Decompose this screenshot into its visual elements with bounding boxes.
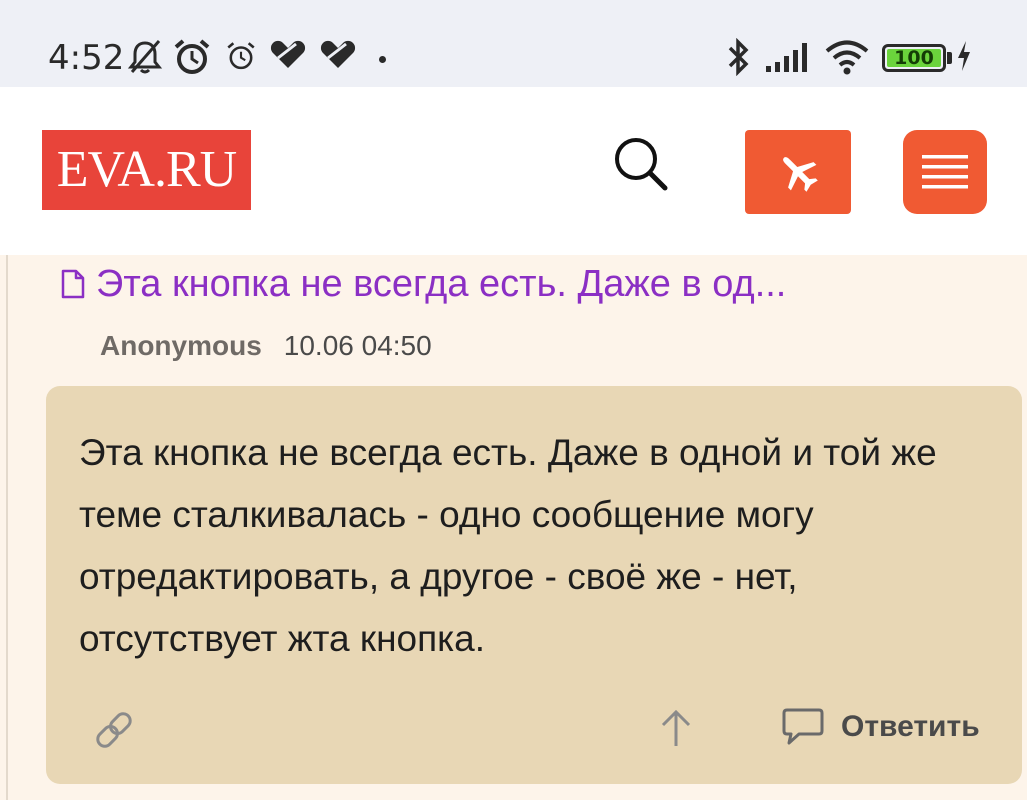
alarm-icon [174, 39, 210, 74]
hamburger-icon [922, 155, 968, 189]
post-title[interactable]: Эта кнопка не всегда есть. Даже в од... [96, 263, 786, 306]
airplane-icon [783, 157, 818, 192]
signal-icon [766, 43, 807, 72]
wifi-icon [825, 40, 869, 75]
battery-level: 100 [894, 47, 934, 69]
post-timestamp: 10.06 04:50 [283, 330, 432, 361]
post-author[interactable]: Anonymous [100, 330, 262, 362]
reply-button[interactable]: Ответить [781, 702, 980, 752]
notification-dot [379, 56, 386, 63]
message-card: Эта кнопка не всегда есть. Даже в одной … [46, 386, 1022, 784]
site-header: EVA.RU [0, 87, 1027, 255]
bluetooth-icon [728, 38, 749, 76]
menu-button[interactable] [903, 130, 987, 214]
alarm-icon [227, 42, 255, 70]
reply-label: Ответить [841, 710, 980, 743]
site-logo[interactable]: EVA.RU [42, 130, 251, 210]
battery-tip [947, 52, 952, 64]
post-meta: Anonymous 10.06 04:50 [100, 330, 432, 362]
search-button[interactable] [608, 132, 674, 198]
status-bar: 4:52 100 [0, 0, 1027, 87]
arrow-up-icon [661, 709, 691, 746]
scroll-up-button[interactable] [658, 706, 694, 750]
search-icon [615, 138, 668, 191]
thread-line [6, 255, 8, 800]
copy-link-button[interactable] [90, 706, 138, 754]
status-time: 4:52 [48, 38, 125, 78]
mute-icon [127, 40, 163, 74]
app-icon [270, 40, 306, 68]
travel-button[interactable] [745, 130, 851, 214]
message-body: Эта кнопка не всегда есть. Даже в одной … [79, 432, 937, 659]
comment-icon [782, 708, 824, 745]
battery-icon: 100 [882, 44, 946, 72]
app-icon [320, 40, 356, 68]
document-icon [61, 269, 85, 299]
charging-icon [958, 41, 970, 71]
post-title-link[interactable]: Эта кнопка не всегда есть. Даже в од... [60, 258, 1020, 310]
link-icon [96, 712, 132, 748]
